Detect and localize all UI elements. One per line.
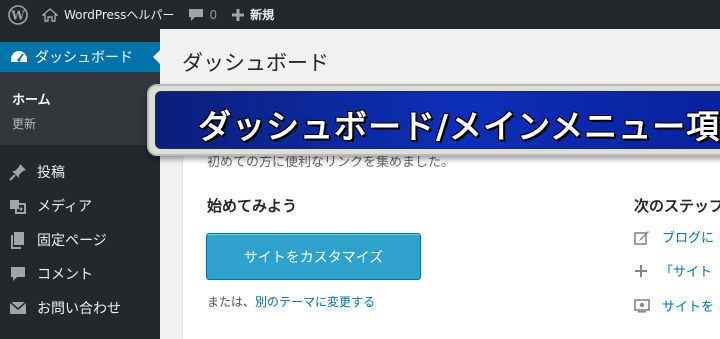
menu-pages-label: 固定ページ [37,233,107,249]
svg-text:W: W [10,8,25,22]
admin-bar: W WordPressヘルパー 0 新規 [0,0,720,29]
next-step-label: サイトを [662,300,715,315]
menu-dashboard[interactable]: ダッシュボード [0,42,160,72]
wordpress-logo-button[interactable]: W [0,0,36,29]
next-step-view-site[interactable]: サイトを [634,296,714,315]
annotation-banner-text: ダッシュボード/メインメニュー項目 [198,107,720,146]
dashboard-gauge-icon [11,51,27,62]
or-change-theme: または、別のテーマに変更する [207,293,375,310]
menu-comments-label: コメント [37,267,93,283]
dashboard-submenu: ホーム 更新 [0,72,160,145]
welcome-panel: 初めての方に便利なリンクを集めました。 始めてみよう 次のステップ サイトをカス… [182,140,720,339]
get-started-heading: 始めてみよう [207,197,298,215]
site-name-label: WordPressヘルパー [64,8,175,22]
media-icon [10,200,26,214]
comments-count: 0 [209,7,218,22]
customize-site-button[interactable]: サイトをカスタマイズ [206,233,421,280]
menu-contact-label: お問い合わせ [37,301,121,317]
view-screen-icon [634,298,650,313]
admin-sidebar: ダッシュボード ホーム 更新 投稿 メディア 固定ページ コメント お問い合わせ [0,29,160,339]
comment-icon [11,267,25,281]
comments-link[interactable]: 0 [181,0,224,29]
annotation-banner-fill: ダッシュボード/メインメニュー項目 [155,91,720,149]
new-label: 新規 [250,8,275,22]
dashboard-label: ダッシュボード [35,50,133,66]
or-label: または、 [207,295,256,309]
pages-icon [11,232,24,249]
home-icon [42,7,58,22]
change-theme-link[interactable]: 別のテーマに変更する [255,295,375,309]
pushpin-icon [9,164,26,181]
menu-posts[interactable]: 投稿 [0,157,160,187]
menu-comments[interactable]: コメント [0,259,160,289]
menu-media[interactable]: メディア [0,191,160,221]
menu-pages[interactable]: 固定ページ [0,225,160,255]
menu-media-label: メディア [37,199,93,215]
plus-icon [635,264,647,277]
mail-icon [9,301,27,314]
wp-admin-screen: W WordPressヘルパー 0 新規 ダッシュボード ホーム 更新 投稿 メ… [0,0,720,339]
wordpress-logo-icon: W [8,4,28,25]
active-menu-arrow [153,50,160,64]
next-step-add-page[interactable]: 「サイト [634,261,712,280]
annotation-banner: ダッシュボード/メインメニュー項目 [147,84,720,156]
submenu-updates[interactable]: 更新 [12,115,36,132]
plus-icon [232,8,245,21]
next-step-label: 「サイト [660,265,713,280]
next-steps-heading: 次のステップ [634,197,720,215]
site-name-link[interactable]: WordPressヘルパー [36,0,181,29]
menu-posts-label: 投稿 [37,165,65,181]
page-title: ダッシュボード [182,51,329,75]
submenu-home[interactable]: ホーム [12,89,51,108]
edit-icon [634,230,649,245]
comment-bubble-icon [189,8,204,21]
new-content-button[interactable]: 新規 [224,0,281,29]
next-step-label: ブログに [662,231,715,246]
menu-contact[interactable]: お問い合わせ [0,293,160,323]
next-step-write-post[interactable]: ブログに [634,227,714,246]
